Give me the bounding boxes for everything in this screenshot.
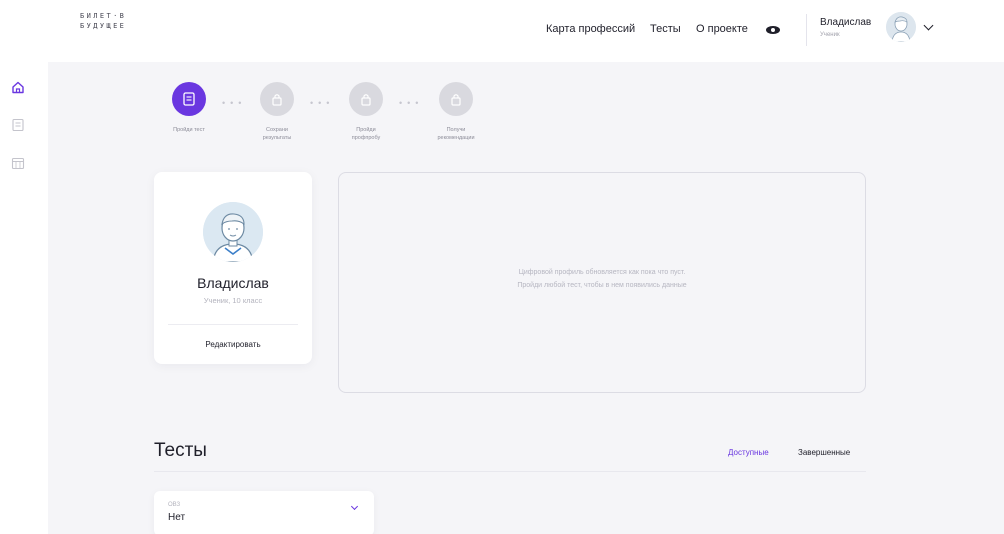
- select-label: ОВЗ: [168, 502, 181, 508]
- calendar-icon[interactable]: [11, 156, 25, 170]
- header-user-name[interactable]: Владислав: [820, 17, 871, 28]
- digital-profile-hint: Пройди любой тест, чтобы в нем появились…: [517, 282, 687, 289]
- header-divider: [806, 14, 807, 46]
- document-icon[interactable]: [11, 118, 25, 132]
- profile-divider: [168, 324, 298, 325]
- avatar[interactable]: [886, 12, 916, 42]
- header: БИЛЕТ·В БУДУЩЕЕ Карта профессий Тесты О …: [0, 0, 1004, 62]
- step-save-results: [260, 82, 294, 116]
- profile-grade: Ученик, 10 класс: [203, 296, 263, 305]
- step-take-test[interactable]: [172, 82, 206, 116]
- edit-profile-button[interactable]: Редактировать: [154, 340, 312, 349]
- logo[interactable]: БИЛЕТ·В БУДУЩЕЕ: [80, 11, 126, 31]
- step-connector: •••: [399, 98, 424, 108]
- lock-icon: [451, 94, 461, 106]
- chevron-down-icon[interactable]: [923, 20, 934, 31]
- tests-divider: [154, 471, 866, 472]
- ovz-filter-select[interactable]: ОВЗ Нет: [154, 491, 374, 534]
- step-label: Сохрани результаты: [262, 127, 292, 141]
- tests-title: Тесты: [154, 440, 207, 461]
- profile-avatar: [203, 202, 263, 262]
- header-user-role: Ученик: [820, 32, 840, 38]
- logo-line-1: БИЛЕТ·В: [80, 12, 127, 20]
- chevron-down-icon[interactable]: [350, 502, 359, 511]
- tab-available[interactable]: Доступные: [728, 448, 769, 457]
- logo-line-2: БУДУЩЕЕ: [80, 22, 127, 30]
- digital-profile-message: Цифровой профиль обновляется как пока чт…: [518, 269, 686, 276]
- avatar-illustration: [886, 12, 916, 42]
- sidebar: [0, 62, 48, 534]
- nav-tests[interactable]: Тесты: [650, 23, 681, 35]
- tab-completed[interactable]: Завершенные: [798, 448, 850, 457]
- home-icon[interactable]: [11, 80, 25, 94]
- lock-icon: [361, 94, 371, 106]
- avatar-illustration: [203, 202, 263, 262]
- profile-name: Владислав: [197, 275, 269, 291]
- nav-professions-map[interactable]: Карта профессий: [546, 23, 635, 35]
- digital-profile-panel: Цифровой профиль обновляется как пока чт…: [338, 172, 866, 393]
- document-icon: [183, 92, 195, 106]
- step-label: Получи рекомендации: [437, 127, 475, 141]
- select-value: Нет: [168, 512, 186, 523]
- lock-icon: [272, 94, 282, 106]
- step-connector: •••: [310, 98, 335, 108]
- main-content: ••• ••• ••• Пройди тест Сохрани результа…: [48, 62, 1004, 534]
- nav-about[interactable]: О проекте: [696, 23, 748, 35]
- eye-icon[interactable]: [766, 26, 780, 34]
- step-connector: •••: [222, 98, 247, 108]
- step-label: Пройди профпробу: [351, 127, 381, 141]
- profile-card: Владислав Ученик, 10 класс Редактировать: [154, 172, 312, 364]
- step-recommendations: [439, 82, 473, 116]
- step-trial: [349, 82, 383, 116]
- step-label: Пройди тест: [173, 127, 205, 133]
